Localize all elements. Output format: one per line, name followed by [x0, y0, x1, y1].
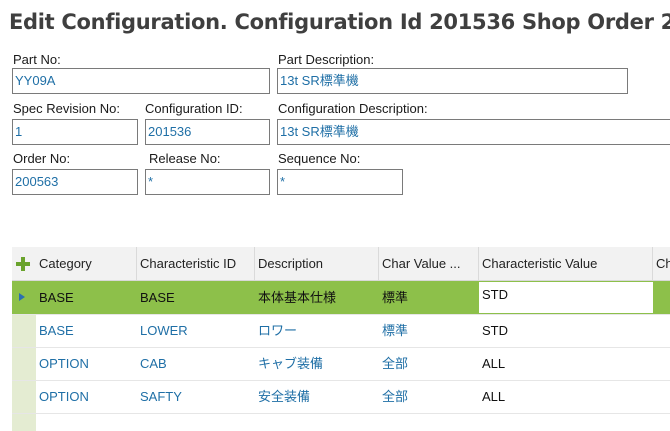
cell-characteristic-id[interactable]: BASE: [137, 281, 255, 314]
configuration-description-field[interactable]: 13t SR標準機: [277, 119, 670, 145]
cell-characteristic-id[interactable]: LOWER: [137, 314, 255, 347]
table-row[interactable]: OPTION SAFTY 安全装備 全部 ALL: [12, 380, 670, 414]
spec-revision-label: Spec Revision No:: [13, 101, 120, 116]
cell-category[interactable]: BASE: [36, 314, 137, 347]
cell-description[interactable]: 本体基本仕様: [255, 281, 379, 314]
cell-characteristic-value[interactable]: ALL: [479, 347, 653, 380]
column-header-characteristic-value[interactable]: Characteristic Value: [479, 247, 653, 280]
sequence-no-field[interactable]: *: [277, 169, 403, 195]
release-no-field[interactable]: *: [145, 169, 270, 195]
cell-char-value-description[interactable]: 全部: [379, 380, 479, 413]
column-header-characteristic-id[interactable]: Characteristic ID: [137, 247, 255, 280]
cell-characteristic-id[interactable]: CAB: [137, 347, 255, 380]
cell-description[interactable]: 安全装備: [255, 380, 379, 413]
configuration-description-label: Configuration Description:: [278, 101, 428, 116]
grid-header: Category Characteristic ID Description C…: [12, 247, 670, 281]
cell-description[interactable]: キャブ装備: [255, 347, 379, 380]
configuration-id-field[interactable]: 201536: [145, 119, 270, 145]
column-header-char-value-description[interactable]: Char Value ...: [379, 247, 479, 280]
part-no-label: Part No:: [13, 52, 61, 67]
part-no-field[interactable]: YY09A: [12, 68, 270, 94]
release-no-label: Release No:: [149, 151, 221, 166]
order-no-label: Order No:: [13, 151, 71, 166]
cell-characteristic-value[interactable]: STD: [479, 314, 653, 347]
table-row[interactable]: BASE BASE 本体基本仕様 標準 STD: [12, 281, 670, 315]
column-header-category[interactable]: Category: [36, 247, 137, 280]
configuration-id-label: Configuration ID:: [145, 101, 243, 116]
cell-characteristic-value[interactable]: ALL: [479, 380, 653, 413]
cell-category[interactable]: OPTION: [36, 347, 137, 380]
cell-category[interactable]: OPTION: [36, 380, 137, 413]
cell-char-value-description[interactable]: 標準: [379, 314, 479, 347]
column-header-ch[interactable]: Ch: [653, 247, 670, 280]
page-title: Edit Configuration. Configuration Id 201…: [9, 10, 670, 34]
column-header-description[interactable]: Description: [255, 247, 379, 280]
sequence-no-label: Sequence No:: [278, 151, 361, 166]
part-description-field[interactable]: 13t SR標準機: [277, 68, 628, 94]
characteristics-grid: Category Characteristic ID Description C…: [12, 247, 670, 431]
table-row[interactable]: OPTION CAB キャブ装備 全部 ALL: [12, 347, 670, 381]
order-no-field[interactable]: 200563: [12, 169, 138, 195]
spec-revision-field[interactable]: 1: [12, 119, 138, 145]
cell-description[interactable]: ロワー: [255, 314, 379, 347]
characteristic-value-editor[interactable]: STD: [479, 282, 653, 313]
part-description-label: Part Description:: [278, 52, 375, 67]
table-row[interactable]: BASE LOWER ロワー 標準 STD: [12, 314, 670, 348]
cell-characteristic-id[interactable]: SAFTY: [137, 380, 255, 413]
cell-category[interactable]: BASE: [36, 281, 137, 314]
cell-char-value-description[interactable]: 全部: [379, 347, 479, 380]
add-row-icon[interactable]: [15, 256, 31, 272]
current-row-indicator-icon: [19, 293, 25, 301]
cell-char-value-description[interactable]: 標準: [379, 281, 479, 314]
